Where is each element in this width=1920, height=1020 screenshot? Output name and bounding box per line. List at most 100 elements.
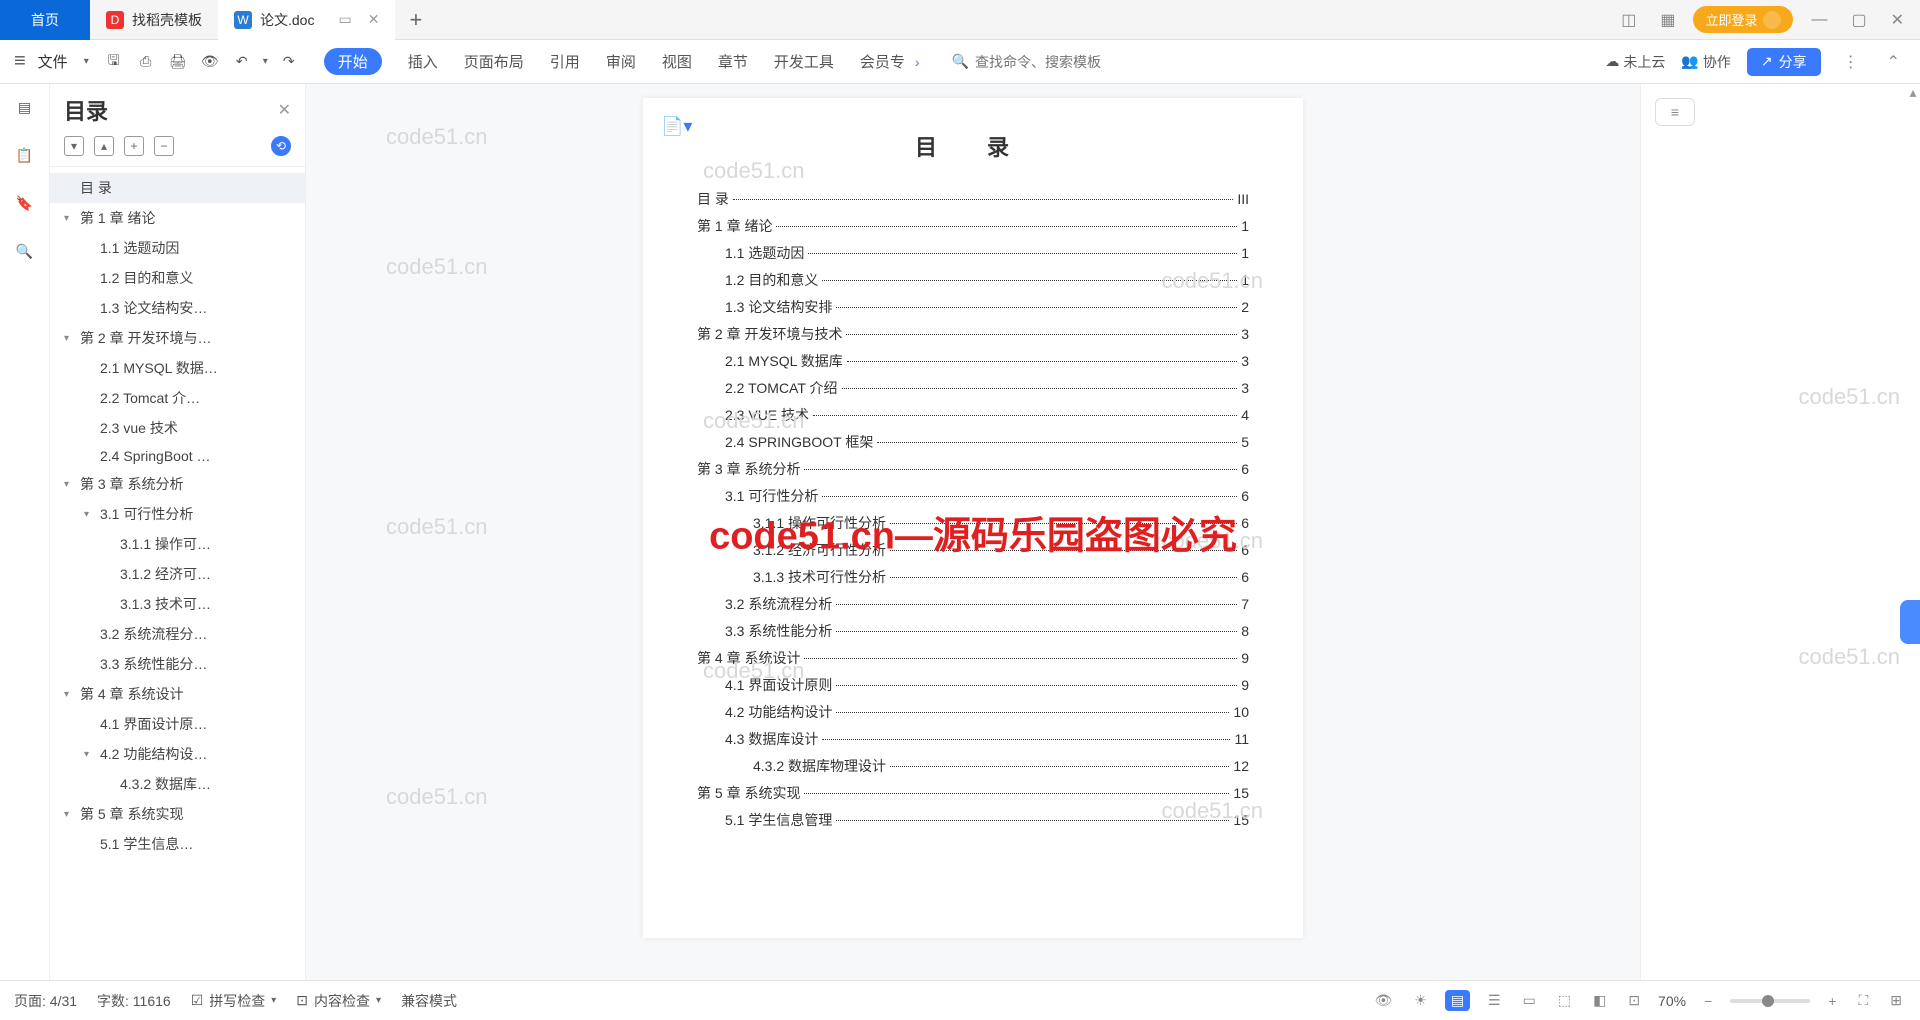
expand-all-icon[interactable]: ▾: [64, 136, 84, 156]
layout-icon[interactable]: ◫: [1615, 10, 1642, 30]
presentation-icon[interactable]: ▭: [338, 11, 351, 28]
zoom-out-icon[interactable]: −: [1700, 993, 1716, 1009]
nav-item[interactable]: 3.1.1 操作可…: [50, 529, 305, 559]
toc-line[interactable]: 1.1 选题动因1: [697, 240, 1249, 267]
nav-item[interactable]: 3.2 系统流程分…: [50, 619, 305, 649]
toc-line[interactable]: 3.3 系统性能分析8: [697, 618, 1249, 645]
more-icon[interactable]: ⋮: [1837, 52, 1865, 72]
fullscreen-icon[interactable]: ⛶: [1854, 992, 1872, 1009]
remove-level-icon[interactable]: −: [154, 136, 174, 156]
login-button[interactable]: 立即登录: [1693, 6, 1793, 33]
nav-item[interactable]: 3.1.3 技术可…: [50, 589, 305, 619]
nav-item[interactable]: 5.1 学生信息…: [50, 829, 305, 859]
tab-document[interactable]: W 论文.doc ▭ ✕: [218, 0, 395, 40]
ribbon-tab-0[interactable]: 开始: [324, 48, 382, 75]
nav-item[interactable]: 1.3 论文结构安…: [50, 293, 305, 323]
nav-item[interactable]: 3.3 系统性能分…: [50, 649, 305, 679]
close-window-icon[interactable]: ✕: [1885, 10, 1910, 30]
ruler-icon[interactable]: ◧: [1589, 992, 1610, 1009]
toc-line[interactable]: 第 4 章 系统设计9: [697, 645, 1249, 672]
toc-line[interactable]: 2.2 TOMCAT 介绍3: [697, 375, 1249, 402]
nav-item[interactable]: ▾第 3 章 系统分析: [50, 469, 305, 499]
ribbon-tab-4[interactable]: 审阅: [606, 51, 636, 72]
settings-icon[interactable]: ⊞: [1886, 992, 1906, 1009]
eye-icon[interactable]: 👁: [1370, 992, 1396, 1009]
status-words[interactable]: 字数: 11616: [97, 991, 171, 1011]
cloud-button[interactable]: ☁未上云: [1605, 52, 1665, 72]
brightness-icon[interactable]: ☀: [1410, 992, 1431, 1009]
ribbon-tab-8[interactable]: 会员专: [860, 51, 905, 72]
feedback-tab[interactable]: [1900, 600, 1920, 644]
nav-item[interactable]: ▾第 2 章 开发环境与…: [50, 323, 305, 353]
close-nav-icon[interactable]: ✕: [278, 100, 291, 120]
preview-icon[interactable]: 👁: [199, 51, 221, 73]
minimize-icon[interactable]: —: [1805, 11, 1833, 29]
toc-line[interactable]: 第 2 章 开发环境与技术3: [697, 321, 1249, 348]
ribbon-tab-5[interactable]: 视图: [662, 51, 692, 72]
document-canvas[interactable]: code51.cn code51.cn code51.cn code51.cn …: [306, 84, 1640, 980]
toc-line[interactable]: 3.2 系统流程分析7: [697, 591, 1249, 618]
panel-toggle-icon[interactable]: ≡: [1655, 98, 1695, 126]
nav-item[interactable]: ▾4.2 功能结构设…: [50, 739, 305, 769]
status-zoom[interactable]: 70%: [1658, 993, 1686, 1009]
view-web-icon[interactable]: ⬚: [1554, 992, 1575, 1009]
ribbon-tab-6[interactable]: 章节: [718, 51, 748, 72]
find-icon[interactable]: 🔍: [14, 240, 36, 262]
ribbon-tab-1[interactable]: 插入: [408, 51, 438, 72]
nav-item[interactable]: 3.1.2 经济可…: [50, 559, 305, 589]
toc-line[interactable]: 第 1 章 绪论1: [697, 213, 1249, 240]
coop-button[interactable]: 👥协作: [1681, 52, 1730, 72]
ribbon-tab-2[interactable]: 页面布局: [464, 51, 524, 72]
nav-item[interactable]: ▾第 4 章 系统设计: [50, 679, 305, 709]
close-tab-icon[interactable]: ✕: [368, 11, 380, 28]
ribbon-tab-3[interactable]: 引用: [550, 51, 580, 72]
toc-line[interactable]: 1.2 目的和意义1: [697, 267, 1249, 294]
redo-icon[interactable]: ↷: [278, 51, 300, 73]
toc-line[interactable]: 2.3 VUE 技术4: [697, 402, 1249, 429]
zoom-slider[interactable]: [1730, 999, 1810, 1003]
scrollbar[interactable]: ▴: [1906, 84, 1920, 980]
view-outline-icon[interactable]: ☰: [1484, 992, 1505, 1009]
maximize-icon[interactable]: ▢: [1845, 10, 1872, 30]
toc-line[interactable]: 4.2 功能结构设计10: [697, 699, 1249, 726]
nav-item[interactable]: 2.2 Tomcat 介…: [50, 383, 305, 413]
new-tab-button[interactable]: +: [395, 7, 436, 33]
nav-item[interactable]: 1.2 目的和意义: [50, 263, 305, 293]
nav-item[interactable]: ▾第 1 章 绪论: [50, 203, 305, 233]
export-icon[interactable]: ⎙: [135, 51, 157, 73]
view-read-icon[interactable]: ▭: [1519, 992, 1540, 1009]
toc-line[interactable]: 2.4 SPRINGBOOT 框架5: [697, 429, 1249, 456]
chevron-right-icon[interactable]: ›: [915, 54, 920, 70]
file-menu[interactable]: 文件: [38, 51, 68, 72]
search-input[interactable]: [975, 54, 1155, 70]
nav-item[interactable]: 2.4 SpringBoot …: [50, 443, 305, 469]
spell-check-button[interactable]: ☑拼写检查▾: [191, 991, 277, 1011]
tab-home[interactable]: 首页: [0, 0, 90, 40]
nav-item[interactable]: 4.3.2 数据库…: [50, 769, 305, 799]
save-icon[interactable]: 🖫: [103, 51, 125, 73]
nav-item[interactable]: 2.1 MYSQL 数据…: [50, 353, 305, 383]
ribbon-tab-7[interactable]: 开发工具: [774, 51, 834, 72]
print-icon[interactable]: 🖨: [167, 51, 189, 73]
outline-icon[interactable]: ▤: [14, 96, 36, 118]
chevron-down-icon[interactable]: ▾: [263, 56, 268, 67]
toc-line[interactable]: 5.1 学生信息管理15: [697, 807, 1249, 834]
clipboard-icon[interactable]: 📋: [14, 144, 36, 166]
toc-line[interactable]: 4.1 界面设计原则9: [697, 672, 1249, 699]
toc-line[interactable]: 3.1.3 技术可行性分析6: [697, 564, 1249, 591]
toc-line[interactable]: 3.1.1 操作可行性分析6: [697, 510, 1249, 537]
view-page-icon[interactable]: ▤: [1445, 990, 1470, 1011]
content-check-button[interactable]: ⊡内容检查▾: [296, 991, 381, 1011]
scroll-up-icon[interactable]: ▴: [1909, 84, 1916, 101]
collapse-all-icon[interactable]: ▴: [94, 136, 114, 156]
toc-line[interactable]: 1.3 论文结构安排2: [697, 294, 1249, 321]
nav-item[interactable]: 2.3 vue 技术: [50, 413, 305, 443]
apps-icon[interactable]: ▦: [1654, 10, 1681, 30]
zoom-in-icon[interactable]: +: [1824, 993, 1840, 1009]
tab-template[interactable]: D 找稻壳模板: [90, 0, 218, 40]
chevron-down-icon[interactable]: ▾: [84, 56, 89, 67]
toc-line[interactable]: 4.3.2 数据库物理设计12: [697, 753, 1249, 780]
nav-item[interactable]: ▾3.1 可行性分析: [50, 499, 305, 529]
nav-item[interactable]: 目 录: [50, 173, 305, 203]
toc-line[interactable]: 2.1 MYSQL 数据库3: [697, 348, 1249, 375]
